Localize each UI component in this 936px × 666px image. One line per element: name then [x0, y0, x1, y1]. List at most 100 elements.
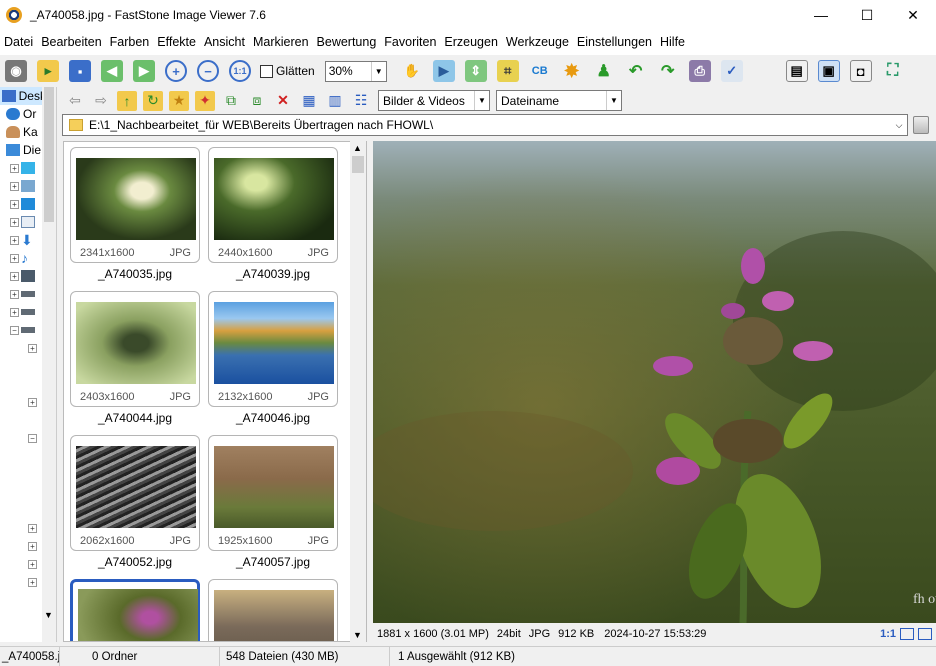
refresh-folder-icon[interactable]: ↻ [143, 90, 163, 111]
thumbnail-card[interactable] [208, 579, 338, 641]
smooth-check[interactable] [260, 64, 273, 78]
zoom-ratio-button[interactable]: 1:1 [880, 628, 896, 640]
resize-icon[interactable]: ⇕ [464, 60, 487, 82]
zoom-in-icon[interactable]: + [165, 60, 187, 82]
chevron-down-icon[interactable]: ▼ [474, 91, 489, 110]
zoom-out-icon[interactable]: − [197, 60, 219, 82]
expand-icon[interactable]: + [10, 289, 19, 299]
menu-effekte[interactable]: Effekte [153, 30, 200, 55]
expand-icon[interactable]: + [10, 271, 19, 281]
details-view-icon[interactable]: ☷ [351, 91, 371, 111]
favorite-folder-icon[interactable]: ★ [169, 90, 189, 111]
delete-icon[interactable]: ✕ [273, 91, 293, 111]
expand-icon[interactable]: + [28, 523, 37, 533]
expand-icon[interactable]: + [10, 253, 19, 263]
thumbnail-view-icon[interactable]: ▦ [299, 91, 319, 111]
next-icon[interactable]: ▶ [133, 60, 155, 82]
status-file-count: 548 Dateien (430 MB) [220, 646, 390, 666]
thumbnail-card[interactable]: 1925x1600 JPG [208, 435, 338, 551]
image-preview[interactable]: fh owl [373, 141, 936, 623]
rotate-left-icon[interactable]: ↶ [625, 60, 647, 82]
minimize-button[interactable]: — [798, 0, 844, 30]
path-combobox[interactable]: E:\1_Nachbearbeitet_für WEB\Bereits Über… [62, 114, 908, 136]
open-folder-icon[interactable]: ▸ [37, 60, 59, 82]
menu-farben[interactable]: Farben [106, 30, 154, 55]
menu-bearbeiten[interactable]: Bearbeiten [37, 30, 105, 55]
expand-icon[interactable]: + [10, 235, 19, 245]
actual-size-icon[interactable]: 1:1 [229, 60, 251, 82]
print-icon[interactable]: ⎙ [688, 60, 711, 82]
thumbnail-card[interactable]: 2132x1600 JPG [208, 291, 338, 407]
save-icon[interactable]: ▪ [69, 60, 91, 82]
scroll-down-icon[interactable]: ▼ [353, 630, 362, 640]
thumbnail-card[interactable]: 2403x1600 JPG [70, 291, 200, 407]
expand-icon[interactable]: + [28, 577, 37, 587]
expand-icon[interactable]: + [10, 163, 19, 173]
thumbnail-scroll-thumb[interactable] [352, 156, 364, 173]
new-folder-icon[interactable]: ✦ [195, 90, 215, 111]
collapse-icon[interactable]: − [28, 433, 37, 443]
camera-icon[interactable]: ◉ [5, 60, 27, 82]
zoom-select[interactable]: 30% ▼ [324, 60, 387, 82]
forward-icon[interactable]: ⇨ [91, 91, 111, 111]
copy-to-icon[interactable]: ⧉ [221, 91, 241, 111]
menu-datei[interactable]: Datei [0, 30, 37, 55]
expand-icon[interactable]: + [10, 217, 19, 227]
thumbnail-card-selected[interactable] [70, 579, 200, 641]
path-text[interactable]: E:\1_Nachbearbeitet_für WEB\Bereits Über… [89, 118, 891, 132]
slideshow-icon[interactable]: ▶ [432, 60, 455, 82]
list-view-icon[interactable]: ▥ [325, 91, 345, 111]
thumbnail-card[interactable]: 2440x1600 JPG [208, 147, 338, 263]
hand-tool-icon[interactable]: ✋ [401, 60, 423, 82]
scroll-down-icon[interactable]: ▼ [44, 610, 53, 620]
fullscreen-toggle-icon[interactable] [918, 628, 932, 640]
recycle-bin-icon[interactable] [913, 116, 929, 134]
fit-window-icon[interactable] [900, 628, 914, 640]
brightness-icon[interactable]: ✸ [561, 60, 583, 82]
expand-icon[interactable]: + [10, 199, 19, 209]
menu-bewertung[interactable]: Bewertung [313, 30, 381, 55]
menu-favoriten[interactable]: Favoriten [380, 30, 440, 55]
expand-icon[interactable]: + [28, 541, 37, 551]
expand-icon[interactable]: + [10, 307, 19, 317]
chevron-down-icon[interactable]: ▼ [606, 91, 621, 110]
tree-scrollbar[interactable]: ▼ [42, 87, 56, 642]
smooth-checkbox[interactable]: Glätten [260, 64, 315, 78]
expand-icon[interactable]: + [10, 181, 19, 191]
menu-erzeugen[interactable]: Erzeugen [440, 30, 502, 55]
menu-markieren[interactable]: Markieren [249, 30, 313, 55]
color-icon[interactable]: CB [529, 60, 551, 82]
thumbnail-card[interactable]: 2062x1600 JPG [70, 435, 200, 551]
thumbnail-card[interactable]: 2341x1600 JPG [70, 147, 200, 263]
properties-icon[interactable]: ✓ [720, 60, 743, 82]
expand-icon[interactable]: + [28, 343, 37, 353]
sort-select[interactable]: Dateiname ▼ [496, 90, 622, 111]
expand-icon[interactable]: + [28, 559, 37, 569]
chevron-down-icon[interactable]: ⌵ [891, 120, 907, 131]
scroll-up-icon[interactable]: ▲ [353, 143, 362, 153]
menu-werkzeuge[interactable]: Werkzeuge [502, 30, 573, 55]
layout-list-icon[interactable]: ▤ [785, 60, 808, 82]
crop-icon[interactable]: ⌗ [496, 60, 519, 82]
close-button[interactable]: ✕ [890, 0, 936, 30]
thumbnail-scrollbar[interactable]: ▲ ▼ [350, 141, 366, 642]
back-icon[interactable]: ⇦ [65, 91, 85, 111]
expand-icon[interactable]: + [28, 397, 37, 407]
maximize-button[interactable]: ☐ [844, 0, 890, 30]
layout-preview-icon[interactable]: ▣ [817, 60, 840, 82]
chevron-down-icon[interactable]: ▼ [370, 61, 386, 81]
app-icon[interactable] [6, 7, 22, 23]
layout-person-icon[interactable]: ◘ [849, 60, 872, 82]
menu-ansicht[interactable]: Ansicht [200, 30, 249, 55]
previous-icon[interactable]: ◀ [101, 60, 123, 82]
collapse-icon[interactable]: − [10, 325, 19, 335]
rotate-right-icon[interactable]: ↷ [657, 60, 679, 82]
stamp-icon[interactable]: ♟ [593, 60, 615, 82]
tree-scroll-thumb[interactable] [44, 87, 54, 222]
menu-hilfe[interactable]: Hilfe [656, 30, 689, 55]
folder-up-icon[interactable]: ↑ [117, 90, 137, 111]
menu-einstellungen[interactable]: Einstellungen [573, 30, 656, 55]
fullscreen-icon[interactable]: ⛶ [882, 60, 904, 82]
filter-select[interactable]: Bilder & Videos ▼ [378, 90, 490, 111]
move-to-icon[interactable]: ⧈ [247, 91, 267, 111]
